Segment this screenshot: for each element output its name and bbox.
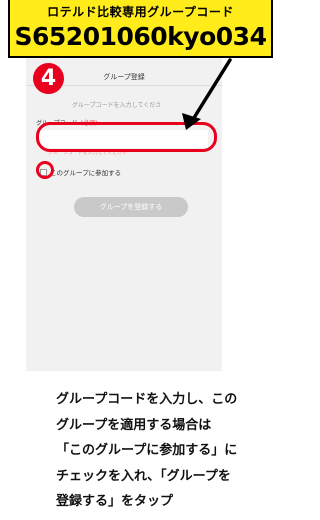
join-group-label: このグループに参加する (50, 169, 122, 177)
instruction-line: 「このグループに参加する」に (56, 443, 238, 458)
group-code: S65201060kyo034 (14, 22, 267, 51)
input-highlight-oval (36, 122, 217, 152)
input-hint: グループコードを入力してくださ (72, 102, 162, 109)
instruction-line: グループコードを入力し、この (56, 392, 238, 407)
checkbox-highlight-circle (36, 161, 54, 179)
app-screenshot: グループ登録 グループコードを入力してくださ グループコード (必須) グループコ… (26, 58, 222, 371)
instruction-line: 登録する」をタップ (56, 494, 174, 509)
step-number-badge: 4 (33, 63, 64, 94)
instruction-caption: グループコードを入力し、この グループを適用する場合は 「このグループに参加する… (56, 387, 281, 515)
banner-label: ロテルド比較専用グループコード (47, 5, 234, 19)
instruction-line: グループを適用する場合は (56, 417, 212, 433)
instruction-line: チェックを入れ、「グループを (56, 468, 231, 484)
register-group-button[interactable]: グループを登録する (74, 197, 188, 217)
group-code-banner: ロテルド比較専用グループコード S65201060kyo034 (8, 0, 273, 58)
